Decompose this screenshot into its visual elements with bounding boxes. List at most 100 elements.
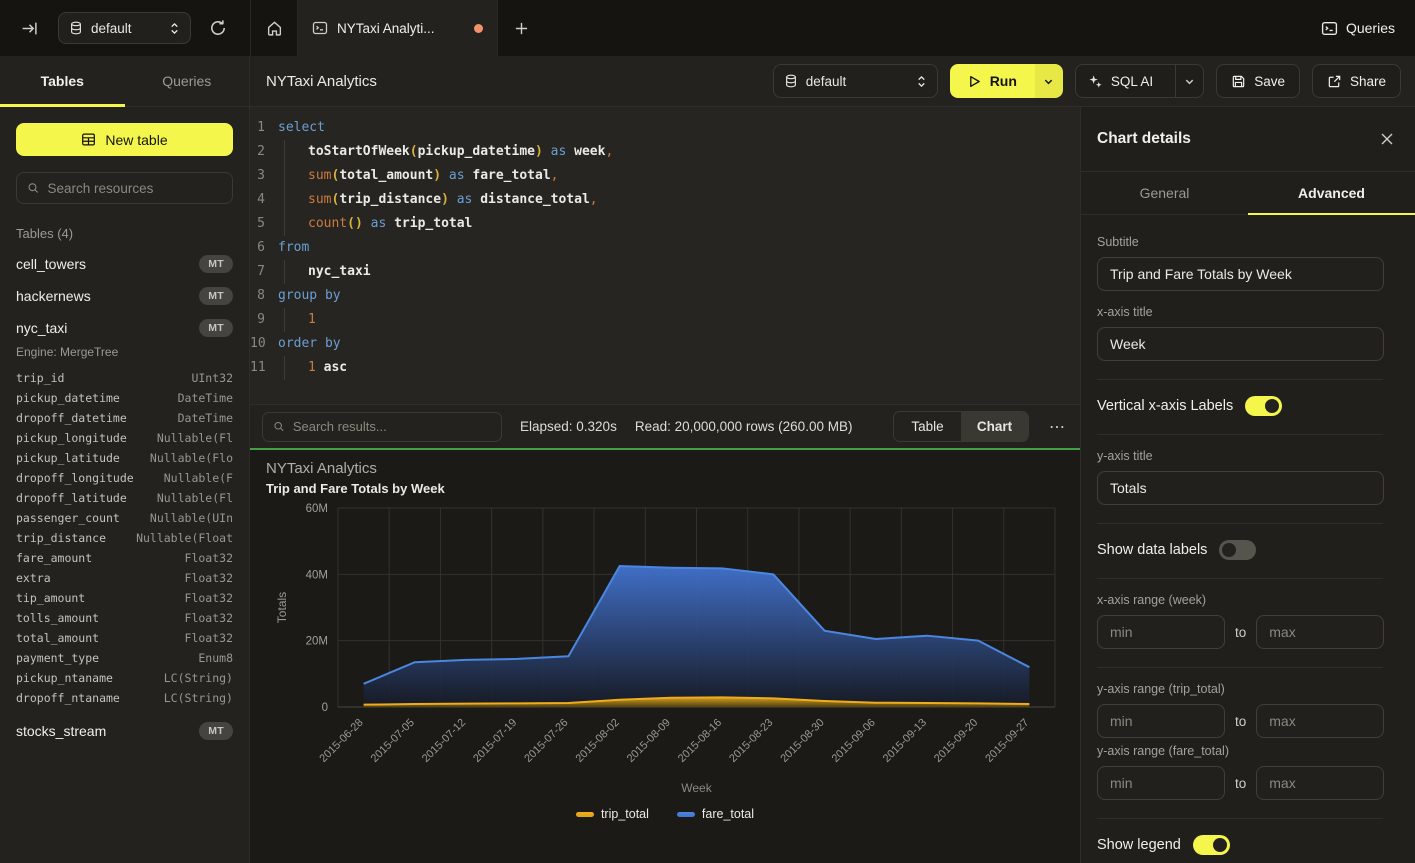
engine-badge: MT [199,319,233,337]
column-type: Float32 [185,588,233,608]
sql-ai-options-button[interactable] [1175,65,1203,97]
database-icon [69,21,83,35]
svg-text:2015-06-28: 2015-06-28 [317,717,365,765]
collapse-sidebar-icon[interactable] [18,17,40,39]
home-tab[interactable] [250,0,298,56]
yaxis-title-input[interactable] [1097,471,1384,505]
legend-item-fare_total[interactable]: fare_total [677,807,754,821]
search-icon [27,181,40,195]
xaxis-title-input[interactable] [1097,327,1384,361]
subtitle-input[interactable] [1097,257,1384,291]
table-item[interactable]: cell_towers MT [16,255,233,273]
indent-guide [278,356,308,380]
code-line: 7nyc_taxi [250,260,1080,284]
queries-top-button[interactable]: Queries [1321,14,1395,42]
show-legend-toggle[interactable] [1193,835,1230,855]
resource-search-input[interactable] [48,181,222,196]
document-title: NYTaxi Analytics [266,73,761,90]
column-row: dropoff_latitude Nullable(Fl [16,488,233,508]
yaxis-range-trip-max-input[interactable] [1256,704,1384,738]
code-line: 8group by [250,284,1080,308]
indent-guide [278,164,308,188]
vertical-xaxis-labels-toggle[interactable] [1245,396,1282,416]
sidebar-tab-tables[interactable]: Tables [0,56,125,106]
yaxis-range-trip-min-input[interactable] [1097,704,1225,738]
search-icon [273,420,285,433]
column-row: passenger_count Nullable(UIn [16,508,233,528]
toolbar: NYTaxi Analytics default Run SQL AI Save… [250,56,1415,107]
sql-ai-button-group: SQL AI [1075,64,1204,98]
new-table-button[interactable]: New table [16,123,233,156]
database-select-toolbar[interactable]: default [773,64,938,98]
results-search-input[interactable] [293,419,491,434]
chart-legend: trip_total fare_total [250,807,1080,821]
chevron-updown-icon [916,75,927,88]
yaxis-range-fare-max-input[interactable] [1256,766,1384,800]
refresh-icon[interactable] [205,15,231,41]
table-item[interactable]: hackernews MT [16,287,233,305]
column-type: Nullable(UIn [150,508,233,528]
legend-swatch [576,812,594,817]
table-name: nyc_taxi [16,320,199,336]
column-name: passenger_count [16,508,120,528]
column-row: trip_distance Nullable(Float [16,528,233,548]
more-options-icon[interactable]: ⋯ [1047,417,1068,437]
svg-text:2015-09-20: 2015-09-20 [932,717,980,765]
svg-text:2015-08-16: 2015-08-16 [676,717,724,765]
table-name: stocks_stream [16,723,199,739]
database-select-top[interactable]: default [58,12,191,44]
svg-text:60M: 60M [306,503,328,515]
table-item[interactable]: stocks_stream MT [16,722,233,740]
legend-item-trip_total[interactable]: trip_total [576,807,649,821]
tables-section-label: Tables (4) [16,226,233,241]
column-name: fare_amount [16,548,92,568]
toggle-knob [1213,838,1227,852]
column-type: Nullable(Float [136,528,233,548]
engine-badge: MT [199,722,233,740]
view-toggle: Table Chart [893,411,1029,442]
database-selected-value: default [806,74,908,89]
sql-ai-button[interactable]: SQL AI [1076,65,1167,97]
column-type: LC(String) [164,688,233,708]
svg-text:2015-09-06: 2015-09-06 [830,717,878,765]
panel-tab-advanced[interactable]: Advanced [1248,172,1415,214]
chevron-down-icon [1043,76,1054,87]
unsaved-changes-dot [474,24,483,33]
chart-details-panel: Chart details General Advanced Subtitle … [1080,107,1415,863]
run-button[interactable]: Run [950,64,1035,98]
indent-guide [278,212,308,236]
toggle-knob [1222,543,1236,557]
line-number: 6 [250,236,278,260]
svg-text:2015-07-12: 2015-07-12 [420,717,468,765]
table-item[interactable]: nyc_taxi MT [16,319,233,337]
column-name: pickup_datetime [16,388,120,408]
share-button[interactable]: Share [1312,64,1401,98]
column-name: dropoff_longitude [16,468,134,488]
show-data-labels-toggle[interactable] [1219,540,1256,560]
line-number: 10 [250,332,278,356]
line-number: 9 [250,308,278,332]
view-chart-button[interactable]: Chart [961,412,1028,441]
xaxis-range-min-input[interactable] [1097,615,1225,649]
yaxis-range-fare-min-input[interactable] [1097,766,1225,800]
save-button[interactable]: Save [1216,64,1300,98]
table-icon [81,132,96,147]
tables-list: cell_towers MT hackernews MT nyc_taxi MT… [16,255,233,740]
table-name: hackernews [16,288,199,304]
sidebar-tab-queries[interactable]: Queries [125,56,250,106]
new-tab-button[interactable] [498,0,544,56]
run-options-button[interactable] [1035,64,1063,98]
column-row: pickup_longitude Nullable(Fl [16,428,233,448]
view-table-button[interactable]: Table [894,412,961,441]
divider [1097,434,1383,435]
sql-editor[interactable]: 1select2toStartOfWeek(pickup_datetime) a… [250,107,1080,404]
column-type: Nullable(F [164,468,233,488]
panel-tab-general[interactable]: General [1081,172,1248,214]
column-name: pickup_latitude [16,448,120,468]
vertical-xaxis-labels-label: Vertical x-axis Labels [1097,398,1233,414]
tab-nytaxi-analytics[interactable]: NYTaxi Analyti... [298,0,498,56]
column-row: total_amount Float32 [16,628,233,648]
svg-text:0: 0 [322,702,328,714]
xaxis-range-max-input[interactable] [1256,615,1384,649]
close-icon[interactable] [1375,127,1399,151]
